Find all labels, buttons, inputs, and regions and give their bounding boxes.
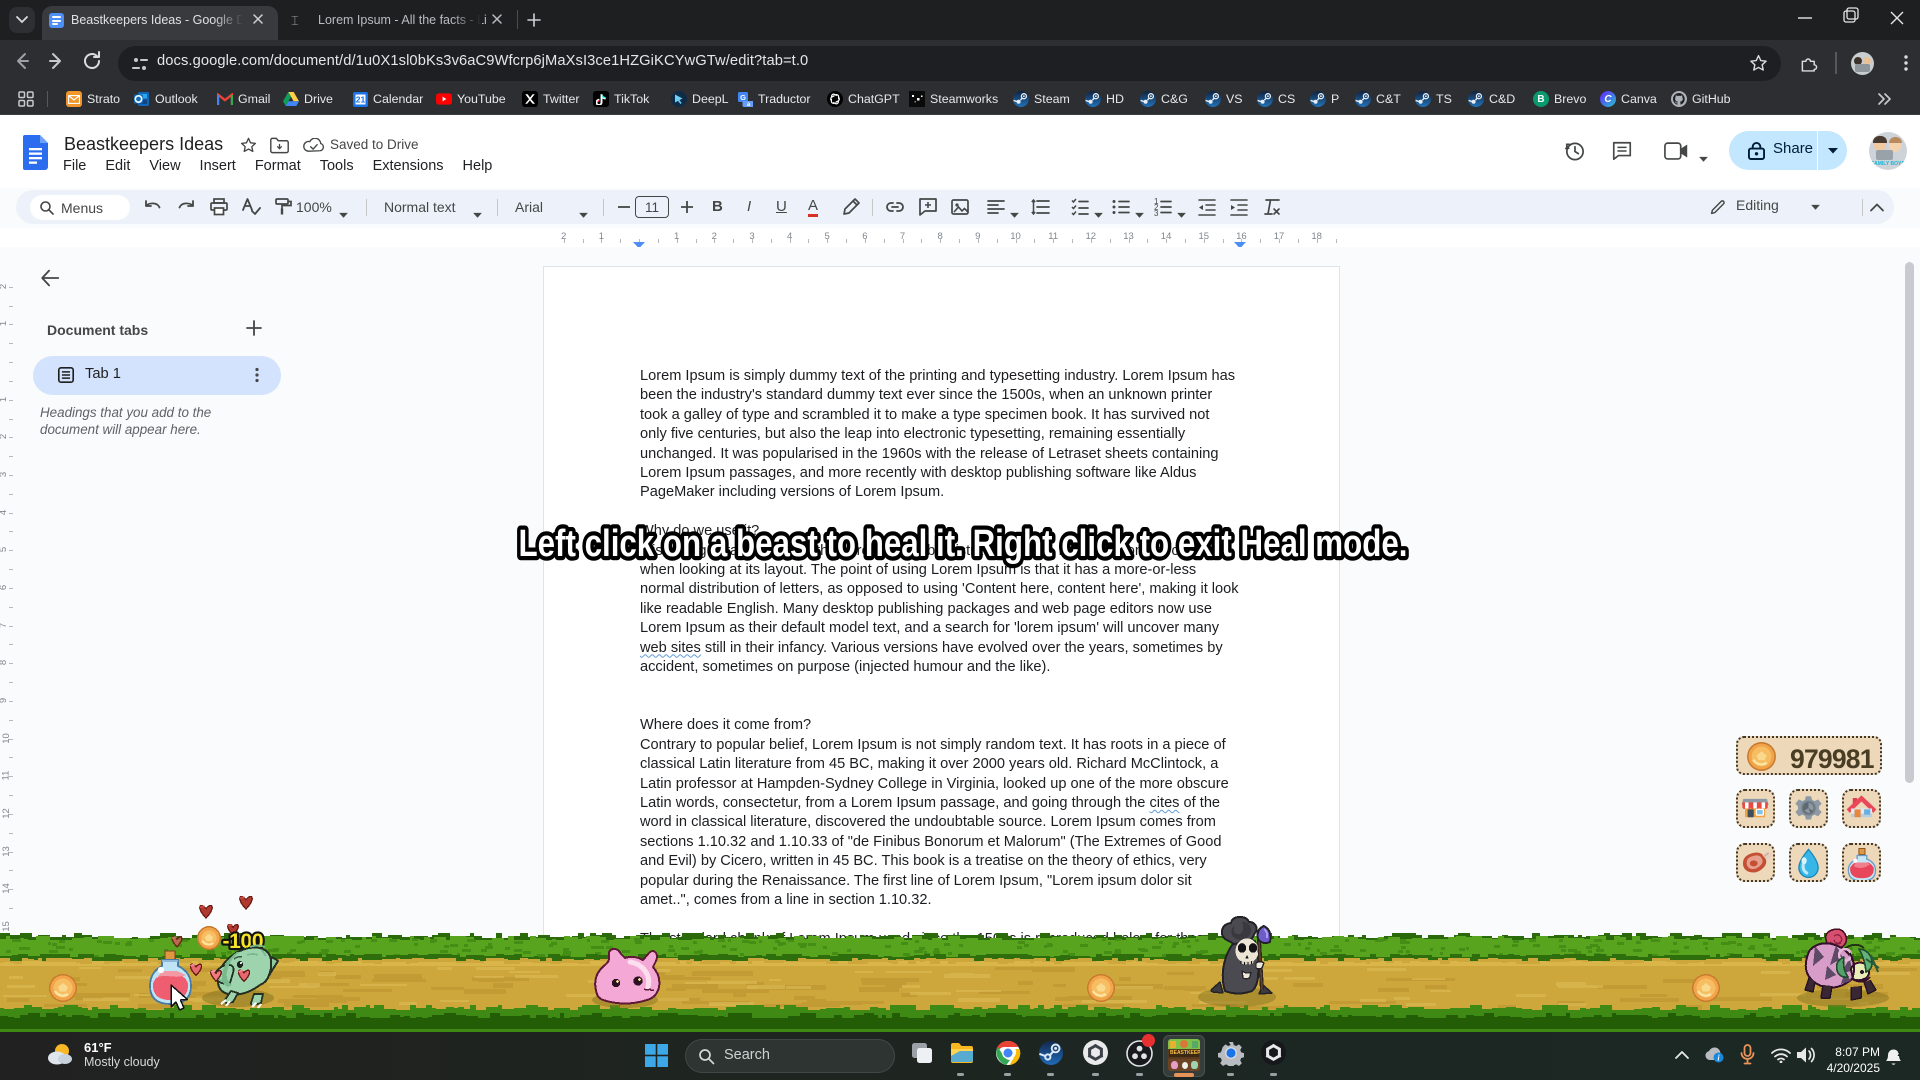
svg-text:z: z (1898, 1051, 1902, 1058)
svg-text:3: 3 (1154, 209, 1159, 218)
svg-text:Left click on a beast to heal: Left click on a beast to heal it. Right … (519, 523, 1408, 565)
svg-text:21: 21 (355, 94, 365, 104)
svg-text:G: G (740, 92, 746, 101)
